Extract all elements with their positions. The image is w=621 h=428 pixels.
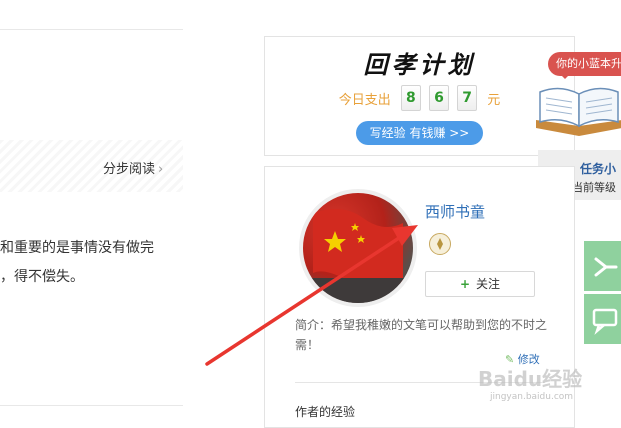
helper-bubble[interactable]: 你的小蓝本升 — [548, 52, 621, 79]
today-spend-label: 今日支出 — [338, 92, 391, 108]
author-badge-icon — [429, 233, 451, 255]
spend-digit: 8 — [400, 85, 421, 111]
spend-digit: 7 — [457, 85, 478, 111]
watermark-url: jingyan.baidu.com — [490, 392, 574, 402]
plus-icon: + — [459, 277, 471, 291]
spend-digit: 6 — [429, 85, 449, 111]
comment-icon — [592, 308, 618, 335]
author-name-link[interactable]: 西师书童 — [425, 201, 485, 222]
task-level: 当前等级 — [572, 181, 616, 194]
top-divider — [0, 29, 183, 30]
article-text-line: 和重要的是事情没有做完 — [0, 240, 154, 256]
share-icon — [594, 257, 618, 277]
today-spend-row: 今日支出 8 6 7 元 — [265, 85, 574, 111]
plan-title: 回孝计划 — [363, 50, 476, 79]
share-button[interactable] — [584, 241, 621, 291]
step-read-label: 分步阅读 — [103, 162, 156, 177]
follow-label: 关注 — [476, 277, 501, 291]
follow-button[interactable]: + 关注 — [425, 271, 535, 297]
author-intro: 简介：希望我稚嫩的文笔可以帮助到您的不时之需！ — [295, 318, 548, 352]
chevron-right-icon: › — [158, 162, 164, 177]
task-title: 任务小 — [580, 162, 617, 176]
article-text-line: ，得不偿失。 — [0, 269, 84, 285]
watermark-logo: Baidu经验 — [478, 367, 583, 391]
bottom-divider — [0, 405, 183, 406]
currency-unit: 元 — [487, 92, 501, 108]
author-experience-heading: 作者的经验 — [295, 405, 356, 419]
write-experience-button[interactable]: 写经验 有钱赚 >> — [356, 121, 483, 145]
step-read-link[interactable]: 分步阅读 › — [103, 158, 163, 177]
open-book-icon[interactable] — [532, 80, 621, 140]
comment-button[interactable] — [584, 294, 621, 344]
author-avatar[interactable] — [299, 189, 417, 307]
plan-card: 回孝计划 今日支出 8 6 7 元 写经验 有钱赚 >> — [264, 36, 575, 156]
